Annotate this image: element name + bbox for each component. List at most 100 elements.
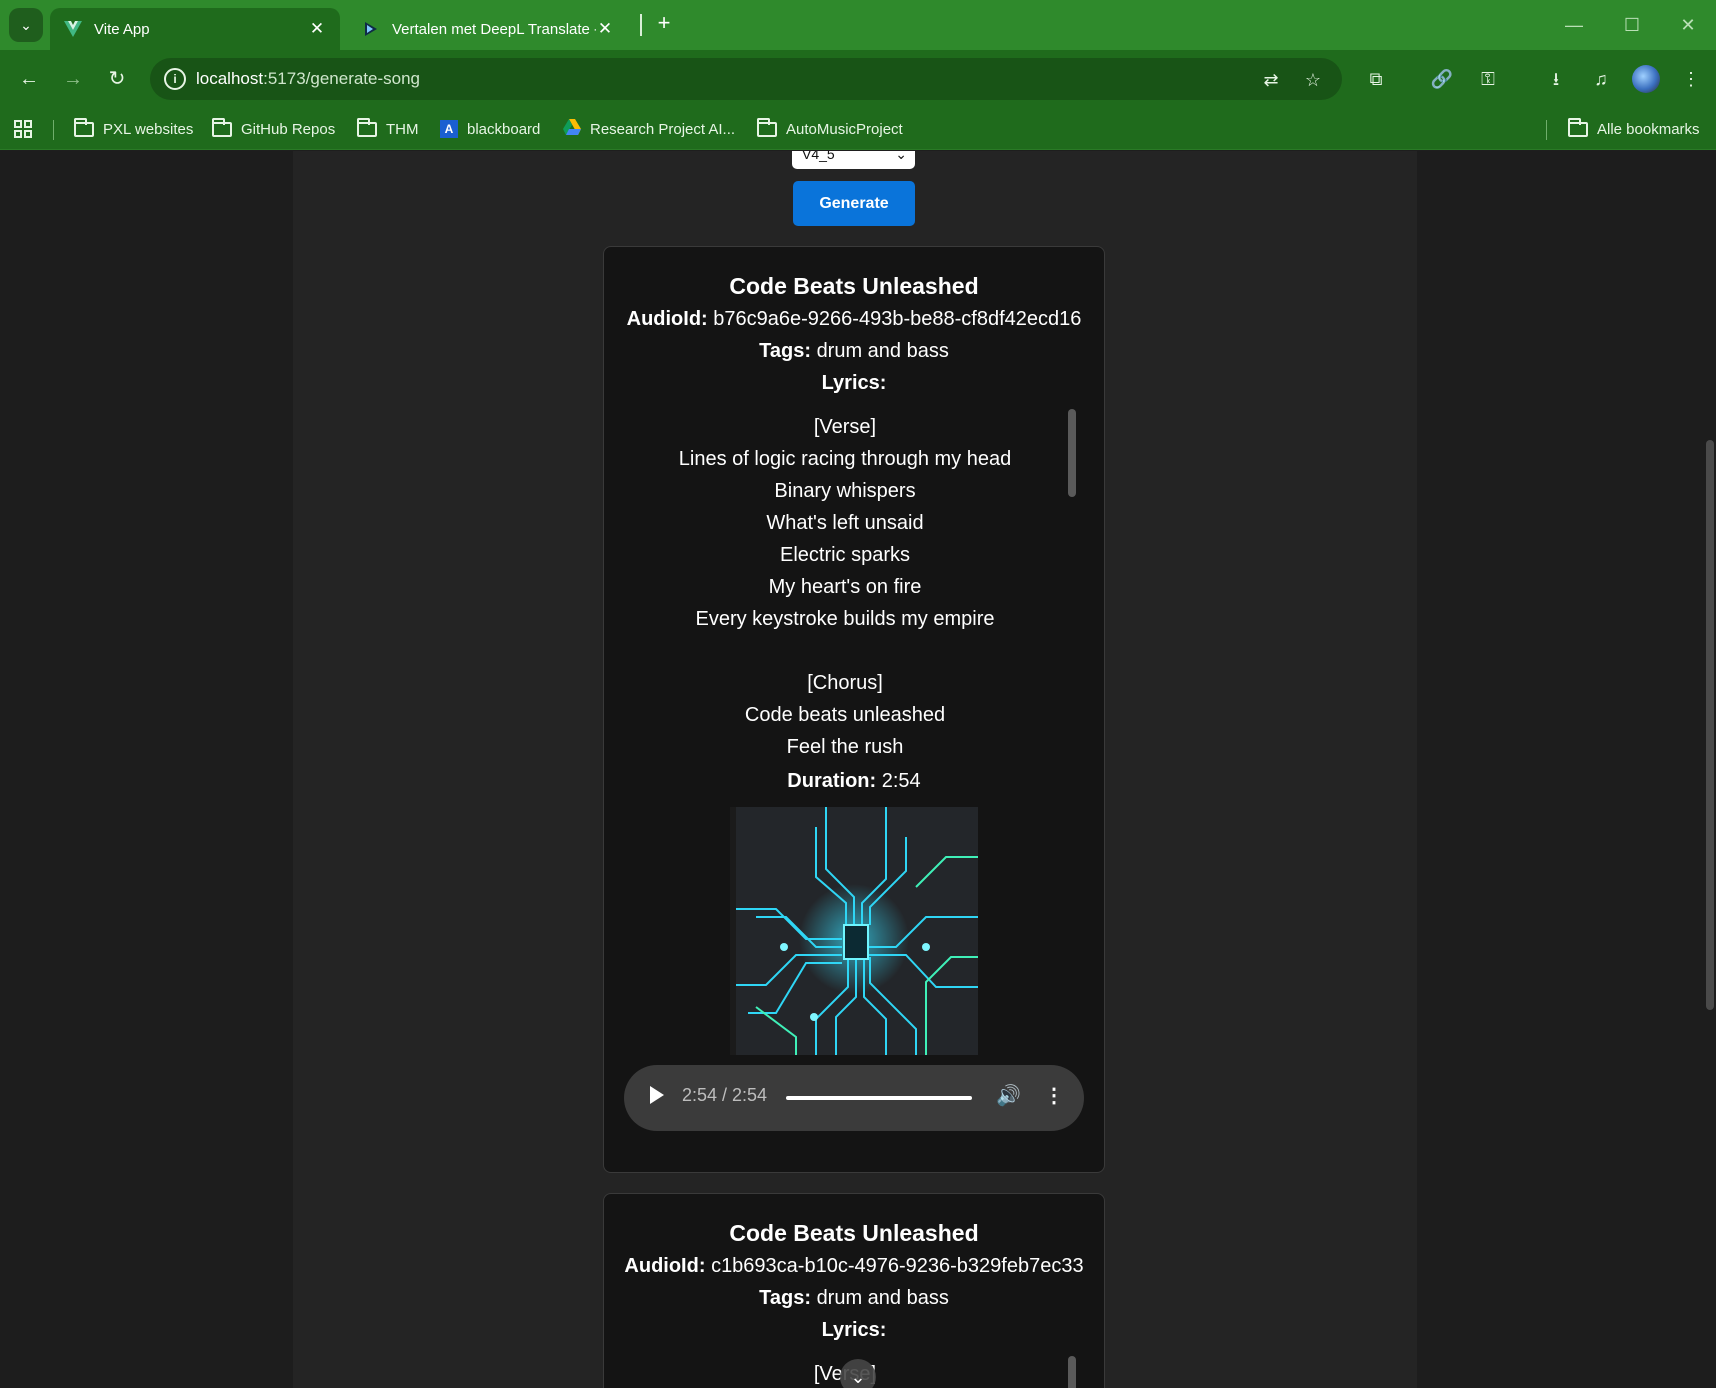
- song-title: Code Beats Unleashed: [729, 273, 979, 299]
- lyric-line: Code beats unleashed: [744, 704, 946, 726]
- volume-icon[interactable]: 🔊: [996, 1083, 1021, 1108]
- window-close-icon[interactable]: ✕: [1668, 10, 1708, 40]
- audio-id-row: AudioId: c1b693ca-b10c-4976-9236-b329feb…: [604, 1250, 1104, 1282]
- lyric-line: Feel the glow: [624, 763, 1066, 767]
- song-title: Code Beats Unleashed: [729, 1220, 979, 1246]
- folder-icon: [212, 117, 232, 137]
- folder-icon: [74, 117, 94, 137]
- circuit-board-cover-image: [730, 807, 978, 1055]
- play-icon[interactable]: [650, 1086, 664, 1104]
- audio-id-label: AudioId:: [626, 308, 708, 330]
- bookmark-label: Alle bookmarks: [1597, 120, 1700, 138]
- forward-arrow-icon[interactable]: →: [58, 64, 88, 94]
- bookmarks-bar: PXL websites GitHub Repos THM Ablackboar…: [0, 108, 1716, 150]
- duration-value: 2:54: [881, 770, 921, 792]
- folder-icon: [357, 117, 377, 137]
- tab-close-icon[interactable]: ✕: [596, 19, 614, 39]
- page-scrollbar[interactable]: [1706, 440, 1714, 1010]
- audio-player[interactable]: 2:54 / 2:54 🔊 ⋮: [624, 1065, 1084, 1131]
- tab-title: Vite App: [94, 20, 150, 38]
- download-icon[interactable]: ⭳: [1541, 64, 1571, 94]
- chevron-down-icon: ⌄: [895, 151, 907, 162]
- profile-avatar[interactable]: [1632, 65, 1660, 93]
- bookmark-star-icon[interactable]: ☆: [1300, 67, 1326, 93]
- apps-grid-icon[interactable]: [14, 118, 32, 140]
- generate-button[interactable]: Generate: [793, 181, 915, 226]
- folder-icon: [757, 117, 777, 137]
- tab-divider: [640, 14, 642, 36]
- lyric-line: Lines of logic racing through my head: [678, 448, 1012, 470]
- extensions-puzzle-icon[interactable]: ⧉: [1361, 64, 1391, 94]
- audio-id-label: AudioId:: [624, 1255, 706, 1277]
- bookmark-label: GitHub Repos: [241, 120, 336, 138]
- vue-logo-icon: [64, 20, 82, 38]
- lyrics-label: Lyrics:: [821, 1319, 887, 1341]
- translate-icon[interactable]: ⇄: [1258, 67, 1284, 93]
- bookmark-github-repos[interactable]: GitHub Repos: [212, 117, 336, 140]
- bookmark-blackboard[interactable]: Ablackboard: [440, 118, 540, 140]
- lyric-line: Electric sparks: [779, 544, 911, 566]
- maximize-icon[interactable]: ☐: [1612, 10, 1652, 40]
- deepl-logo-icon: [362, 20, 380, 38]
- song-card: Code Beats Unleashed AudioId: b76c9a6e-9…: [603, 246, 1105, 1173]
- minimize-icon[interactable]: —: [1554, 10, 1594, 40]
- folder-icon: [1568, 117, 1588, 137]
- bookmark-thm[interactable]: THM: [357, 117, 419, 140]
- tab-search-chevron-icon[interactable]: ⌄: [9, 8, 43, 42]
- browser-toolbar: ← → ↻ i localhost:5173/generate-song ⇄ ☆…: [0, 50, 1716, 108]
- bookmarks-divider: [1546, 120, 1547, 140]
- lyrics-heading: Lyrics:: [604, 367, 1104, 399]
- bookmark-automusicproject[interactable]: AutoMusicProject: [757, 117, 903, 140]
- lyrics-heading: Lyrics:: [604, 1314, 1104, 1346]
- back-arrow-icon[interactable]: ←: [14, 64, 44, 94]
- tags-label: Tags:: [759, 340, 811, 362]
- new-tab-plus-icon[interactable]: +: [652, 12, 676, 36]
- tab-vite-app[interactable]: Vite App ✕: [50, 8, 340, 50]
- bookmark-label: AutoMusicProject: [786, 120, 903, 138]
- lyrics-box[interactable]: [Verse] Lines of logic racing through my …: [624, 399, 1084, 767]
- all-bookmarks[interactable]: Alle bookmarks: [1568, 117, 1700, 140]
- bookmark-label: blackboard: [467, 120, 541, 138]
- duration-row: Duration: 2:54: [604, 767, 1104, 795]
- bookmark-label: Research Project AI...: [590, 120, 736, 138]
- lyrics-scrollbar[interactable]: [1068, 409, 1076, 497]
- duration-label: Duration:: [787, 770, 877, 792]
- lyric-line: Feel the rush: [786, 736, 904, 758]
- bookmark-research-project[interactable]: Research Project AI...: [563, 118, 735, 140]
- bookmark-label: THM: [386, 120, 419, 138]
- page-viewport: V4_5 ⌄ Generate Code Beats Unleashed Aud…: [0, 151, 1716, 1388]
- tags-row: Tags: drum and bass: [604, 335, 1104, 367]
- tags-row: Tags: drum and bass: [604, 1282, 1104, 1314]
- tags-value: drum and bass: [816, 1287, 949, 1309]
- lyric-line: Every keystroke builds my empire: [695, 608, 995, 630]
- site-info-icon[interactable]: i: [164, 68, 186, 90]
- lyrics-scroll-area[interactable]: [Verse] Lines of logic racing through my …: [624, 399, 1084, 767]
- audio-id-value: b76c9a6e-9266-493b-be88-cf8df42ecd16: [713, 308, 1082, 330]
- media-control-icon[interactable]: ♫: [1586, 64, 1616, 94]
- lyric-line: My heart's on fire: [768, 576, 922, 598]
- bookmarks-divider: [53, 120, 54, 140]
- lyric-line: [Verse]: [813, 416, 877, 438]
- address-bar[interactable]: i localhost:5173/generate-song ⇄ ☆: [150, 58, 1342, 100]
- more-options-icon[interactable]: ⋮: [1044, 1083, 1064, 1108]
- lyrics-scrollbar[interactable]: [1068, 1356, 1076, 1388]
- bookmark-pxl-websites[interactable]: PXL websites: [74, 117, 194, 140]
- scroll-down-chevron-icon[interactable]: ⌄: [840, 1359, 876, 1388]
- tab-title: Vertalen met DeepL Translate -: [392, 20, 596, 38]
- browser-tab-strip: ⌄ Vite App ✕ Vertalen met DeepL Translat…: [0, 0, 1716, 50]
- link-icon[interactable]: 🔗: [1427, 64, 1457, 94]
- lyric-line: What's left unsaid: [766, 512, 924, 534]
- tab-deepl[interactable]: Vertalen met DeepL Translate - ✕: [348, 8, 628, 50]
- url-text[interactable]: localhost:5173/generate-song: [196, 69, 420, 89]
- reload-icon[interactable]: ↻: [102, 64, 132, 94]
- audio-id-value: c1b693ca-b10c-4976-9236-b329feb7ec33: [711, 1255, 1084, 1277]
- tab-close-icon[interactable]: ✕: [308, 19, 326, 39]
- model-select-value: V4_5: [802, 151, 835, 162]
- model-select[interactable]: V4_5 ⌄: [792, 151, 915, 169]
- lyric-line: Binary whispers: [774, 480, 916, 502]
- kebab-menu-icon[interactable]: ⋮: [1676, 64, 1706, 94]
- bookmark-label: PXL websites: [103, 120, 194, 138]
- player-progress-bar[interactable]: [786, 1096, 972, 1100]
- player-time: 2:54 / 2:54: [682, 1085, 768, 1105]
- password-key-icon[interactable]: ⚿: [1473, 64, 1503, 94]
